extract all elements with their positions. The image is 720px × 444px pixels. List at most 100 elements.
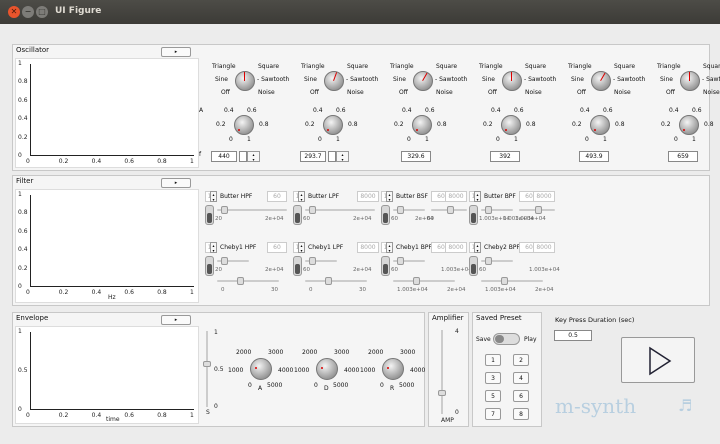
envelope-knob-A[interactable]	[250, 358, 272, 380]
slider-thumb[interactable]	[309, 257, 316, 265]
slider-thumb[interactable]	[397, 206, 404, 214]
preset-button-2[interactable]: 2	[513, 354, 529, 366]
amplitude-knob[interactable]	[323, 115, 343, 135]
filter-order-spinner[interactable]: ▴ ▾	[298, 242, 305, 253]
envelope-knob-R[interactable]	[382, 358, 404, 380]
waveform-knob[interactable]	[235, 71, 255, 91]
filter-ripple-slider[interactable]	[217, 277, 279, 285]
filter-high-input[interactable]: 8000	[445, 242, 467, 253]
filter-high-input[interactable]: 8000	[533, 191, 555, 202]
filter-cutoff-slider[interactable]	[481, 206, 513, 214]
slider-thumb[interactable]	[485, 206, 492, 214]
filter-order-spinner[interactable]: ▴ ▾	[210, 242, 217, 253]
maximize-icon[interactable]: □	[36, 6, 48, 18]
frequency-input[interactable]: 440	[211, 151, 237, 162]
filter-high-input[interactable]: 8000	[445, 191, 467, 202]
filter-cutoff2-slider[interactable]	[431, 206, 467, 214]
slider-thumb[interactable]	[485, 257, 492, 265]
filter-expand-button[interactable]: ▸	[161, 178, 191, 188]
frequency-input[interactable]: 493.9	[579, 151, 609, 162]
frequency-input[interactable]: 329.6	[401, 151, 431, 162]
filter-enable-toggle[interactable]	[293, 205, 302, 225]
amplitude-knob[interactable]	[412, 115, 432, 135]
preset-button-4[interactable]: 4	[513, 372, 529, 384]
amp-tick-08: 0.8	[348, 121, 358, 128]
save-play-switch[interactable]	[493, 333, 520, 345]
ripple-min-label: 0	[309, 287, 313, 293]
filter-order-spinner[interactable]: ▴ ▾	[474, 191, 481, 202]
filter-enable-toggle[interactable]	[205, 205, 214, 225]
filter-cutoff-slider[interactable]	[217, 206, 287, 214]
slider-thumb[interactable]	[221, 206, 228, 214]
preset-button-5[interactable]: 5	[485, 390, 501, 402]
slider-thumb[interactable]	[447, 206, 454, 214]
filter-order-spinner[interactable]: ▴ ▾	[298, 191, 305, 202]
filter-order-spinner[interactable]: ▴ ▾	[210, 191, 217, 202]
filter-cutoff-slider[interactable]	[305, 257, 337, 265]
frequency-spinner[interactable]: ▴ ▾	[336, 151, 349, 162]
preset-button-6[interactable]: 6	[513, 390, 529, 402]
filter-cutoff-slider[interactable]	[305, 206, 375, 214]
filter-ripple-slider[interactable]	[481, 277, 543, 285]
slider-thumb[interactable]	[413, 277, 420, 285]
filter-order-spinner[interactable]: ▴ ▾	[386, 242, 393, 253]
waveform-knob[interactable]	[502, 71, 522, 91]
envelope-expand-button[interactable]: ▸	[161, 315, 191, 325]
preset-button-1[interactable]: 1	[485, 354, 501, 366]
filter-enable-toggle[interactable]	[381, 256, 390, 276]
key-press-duration-input[interactable]: 0.5	[554, 330, 592, 341]
filter-cutoff-slider[interactable]	[481, 257, 513, 265]
preset-button-7[interactable]: 7	[485, 408, 501, 420]
filter-plot: Hz 1 0.8 0.6 0.4 0.2 0 0 0.2 0.4 0.6 0.8 1	[15, 189, 199, 303]
frequency-input[interactable]: 293.7	[300, 151, 326, 162]
filter-cutoff-slider[interactable]	[217, 257, 249, 265]
waveform-knob[interactable]	[324, 71, 344, 91]
filter-ripple-slider[interactable]	[305, 277, 367, 285]
slider-thumb[interactable]	[501, 277, 508, 285]
filter-order-spinner[interactable]: ▴ ▾	[474, 242, 481, 253]
filter-cutoff-slider[interactable]	[393, 257, 425, 265]
filter-high-input[interactable]: 8000	[357, 191, 379, 202]
close-icon[interactable]: ✕	[8, 6, 20, 18]
preset-button-3[interactable]: 3	[485, 372, 501, 384]
waveform-pointer	[422, 72, 428, 81]
amplifier-slider[interactable]	[438, 330, 446, 414]
amplitude-knob[interactable]	[234, 115, 254, 135]
filter-high-input[interactable]: 8000	[533, 242, 555, 253]
minimize-icon[interactable]: −	[22, 6, 34, 18]
filter-enable-toggle[interactable]	[293, 256, 302, 276]
frequency-spinner[interactable]: ▴ ▾	[247, 151, 260, 162]
filter-enable-toggle[interactable]	[469, 205, 478, 225]
filter-enable-toggle[interactable]	[205, 256, 214, 276]
filter-low-input[interactable]: 60	[267, 242, 287, 253]
slider-thumb[interactable]	[221, 257, 228, 265]
amplitude-knob[interactable]	[590, 115, 610, 135]
amplitude-knob[interactable]	[679, 115, 699, 135]
filter-cutoff2-slider[interactable]	[519, 206, 555, 214]
filter-ripple-slider[interactable]	[393, 277, 455, 285]
filter-high-input[interactable]: 8000	[357, 242, 379, 253]
filter-order-spinner[interactable]: ▴ ▾	[386, 191, 393, 202]
preset-button-8[interactable]: 8	[513, 408, 529, 420]
slider-thumb[interactable]	[309, 206, 316, 214]
slider-thumb[interactable]	[325, 277, 332, 285]
play-button[interactable]	[621, 337, 695, 383]
frequency-input[interactable]: 392	[490, 151, 520, 162]
waveform-knob[interactable]	[591, 71, 611, 91]
filter-enable-toggle[interactable]	[381, 205, 390, 225]
slider-thumb[interactable]	[237, 277, 244, 285]
slider-thumb[interactable]	[397, 257, 404, 265]
sustain-slider[interactable]	[203, 331, 211, 407]
slider-thumb[interactable]	[535, 206, 542, 214]
filter-enable-toggle[interactable]	[469, 256, 478, 276]
sustain-thumb[interactable]	[203, 361, 211, 367]
amplifier-thumb[interactable]	[438, 390, 446, 396]
waveform-knob[interactable]	[680, 71, 700, 91]
filter-cutoff-slider[interactable]	[393, 206, 425, 214]
waveform-knob[interactable]	[413, 71, 433, 91]
amplitude-knob[interactable]	[501, 115, 521, 135]
frequency-input[interactable]: 659	[668, 151, 698, 162]
envelope-knob-D[interactable]	[316, 358, 338, 380]
oscillator-expand-button[interactable]: ▸	[161, 47, 191, 57]
filter-low-input[interactable]: 60	[267, 191, 287, 202]
